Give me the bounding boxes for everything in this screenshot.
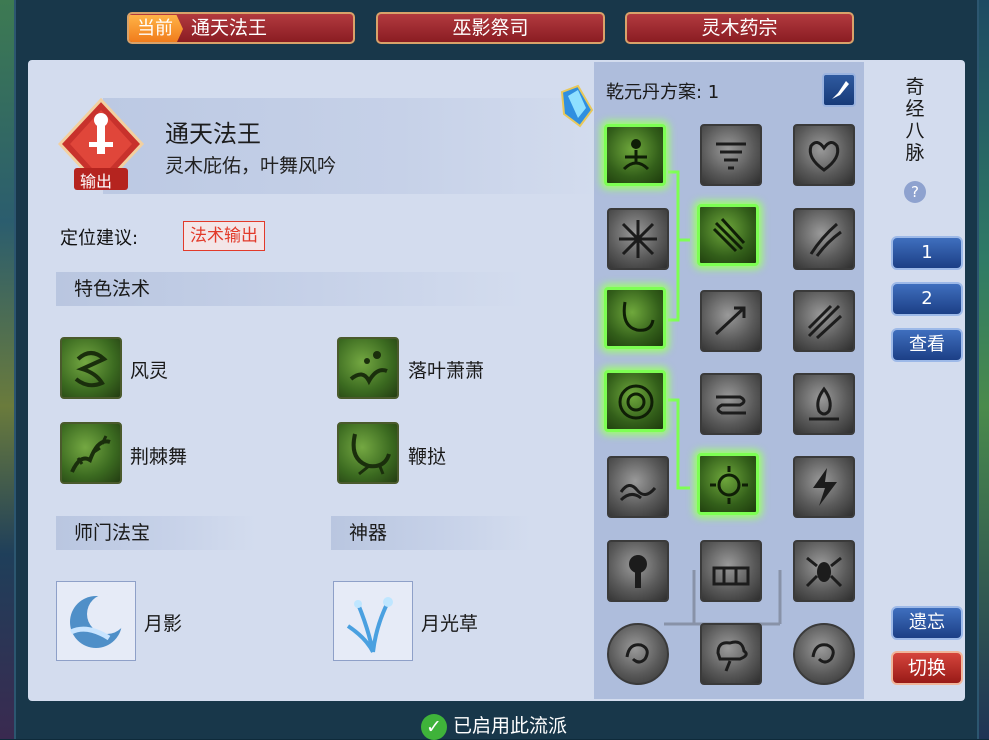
gem-icon: [560, 84, 594, 128]
plan-2-button[interactable]: 2: [891, 282, 963, 316]
moon-shadow-icon[interactable]: [56, 581, 136, 661]
campfire-icon[interactable]: [793, 373, 855, 435]
leaf-scroll-icon[interactable]: [697, 204, 759, 266]
wave-icon[interactable]: [607, 456, 669, 518]
checkmark-icon: ✓: [421, 714, 447, 740]
game-background-left: [0, 0, 14, 739]
current-tag: 当前: [129, 15, 183, 42]
faction-window: 当前 通天法王 巫影祭司 灵木药宗 输出 通天法王 灵木庇佑，叶舞风吟 定位建议:…: [14, 0, 979, 740]
tree-spirit-icon[interactable]: [607, 540, 669, 602]
sun-burst-icon[interactable]: [697, 453, 759, 515]
tab-faction-wuying[interactable]: 巫影祭司: [376, 12, 605, 44]
faction-subtitle: 灵木庇佑，叶舞风吟: [165, 155, 337, 177]
tab-current-faction[interactable]: 当前 通天法王: [127, 12, 355, 44]
lightning-icon[interactable]: [793, 456, 855, 518]
meditation-icon[interactable]: [604, 124, 666, 186]
faction-panel: 输出 通天法王 灵木庇佑，叶舞风吟 定位建议: 法术输出 特色法术 风灵 落叶萧…: [28, 60, 965, 701]
whip-curve-icon[interactable]: [604, 287, 666, 349]
brick-icon[interactable]: [700, 540, 762, 602]
brush-icon[interactable]: [822, 73, 856, 107]
thorns-icon[interactable]: [60, 422, 122, 484]
role-value-badge: 法术输出: [183, 221, 265, 251]
wind-slash-icon[interactable]: [793, 290, 855, 352]
faction-title: 通天法王: [165, 120, 261, 148]
stir-icon[interactable]: [700, 373, 762, 435]
tornado-icon[interactable]: [700, 124, 762, 186]
skill-name: 鞭挞: [408, 446, 447, 468]
enabled-status-text: 已启用此流派: [453, 715, 568, 737]
forget-button[interactable]: 遗忘: [891, 606, 963, 640]
plan-label: 乾元丹方案: 1: [606, 82, 720, 103]
plan-1-button[interactable]: 1: [891, 236, 963, 270]
falling-leaves-icon[interactable]: [337, 337, 399, 399]
help-icon[interactable]: ?: [904, 181, 926, 203]
spider-icon[interactable]: [793, 540, 855, 602]
arrow-cross-icon[interactable]: [700, 290, 762, 352]
artifact-header: 神器: [331, 516, 531, 550]
tab-faction-lingmu[interactable]: 灵木药宗: [625, 12, 854, 44]
sect-treasure-header: 师门法宝: [56, 516, 256, 550]
skill-name: 落叶萧萧: [408, 360, 485, 382]
moonlight-grass-icon[interactable]: [333, 581, 413, 661]
meridian-title: 奇经八脉: [905, 76, 925, 164]
enabled-status: ✓ 已启用此流派: [421, 714, 567, 740]
whip-icon[interactable]: [337, 422, 399, 484]
vortex-icon[interactable]: [604, 370, 666, 432]
badge-text: 输出: [80, 172, 113, 191]
current-faction-label: 通天法王: [191, 17, 268, 39]
claw-slash-icon[interactable]: [793, 208, 855, 270]
coin-swirl-icon[interactable]: [607, 623, 669, 685]
swirl-icon[interactable]: [60, 337, 122, 399]
skill-name: 风灵: [130, 360, 169, 382]
output-badge-icon: 输出: [57, 97, 145, 194]
switch-button[interactable]: 切换: [891, 651, 963, 685]
shatter-icon[interactable]: [607, 208, 669, 270]
treasure-name: 月影: [144, 613, 183, 635]
role-label: 定位建议:: [60, 228, 139, 249]
skill-name: 荆棘舞: [130, 446, 188, 468]
cloud-storm-icon[interactable]: [700, 623, 762, 685]
coin-swirl-icon-right[interactable]: [793, 623, 855, 685]
view-button[interactable]: 查看: [891, 328, 963, 362]
treasure-name: 月光草: [421, 613, 479, 635]
heart-stone-icon[interactable]: [793, 124, 855, 186]
special-skills-header: 特色法术: [56, 272, 526, 306]
